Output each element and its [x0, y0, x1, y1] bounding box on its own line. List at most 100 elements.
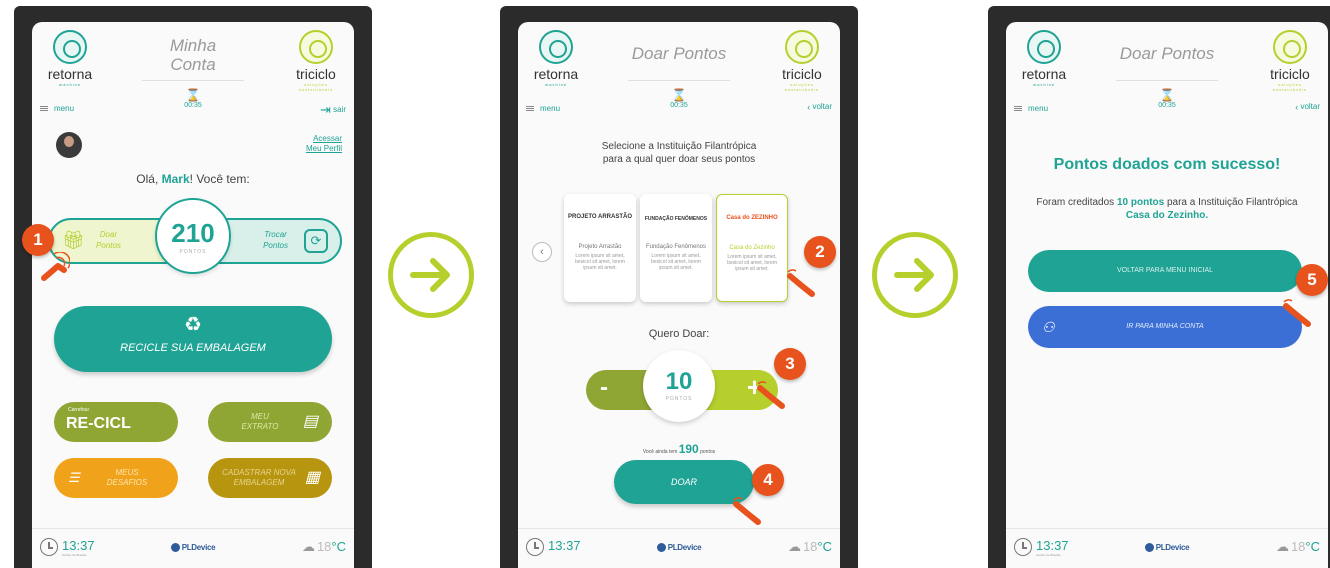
carousel-prev-button[interactable]: ‹	[532, 242, 552, 262]
footer: 13:37 PLDevice ☁ 18°C	[518, 528, 840, 568]
session-timer: ⌛ 00:35	[659, 88, 699, 109]
trade-points-button[interactable]: Trocar Pontos	[263, 229, 288, 251]
donate-amount: 10 PONTOS	[643, 350, 715, 422]
retorna-logo-icon	[53, 30, 87, 64]
chevron-left-icon: ‹	[1295, 102, 1299, 112]
flow-arrow-icon	[872, 232, 958, 318]
screen-donation-success: retorna machine Doar Pontos triciclo sol…	[1006, 22, 1328, 568]
cloud-icon: ☁	[301, 539, 315, 554]
tap-hand-icon	[756, 380, 786, 410]
register-package-button[interactable]: CADASTRAR NOVA EMBALAGEM ▦	[208, 458, 332, 498]
cloud-icon: ☁	[1275, 539, 1289, 554]
retorna-logo-icon	[539, 30, 573, 64]
triciclo-logo-icon	[1273, 30, 1307, 64]
triciclo-logo-icon	[299, 30, 333, 64]
step-marker-5: 5	[1296, 264, 1328, 296]
page-title: Doar Pontos	[631, 44, 727, 63]
institution-logo: Casa do ZEZINHO	[726, 215, 778, 221]
avatar	[56, 132, 82, 158]
flow-stage: retorna machine Minha Conta triciclo sol…	[0, 0, 1330, 568]
back-button[interactable]: ‹ voltar	[1295, 102, 1320, 112]
flow-arrow-icon	[388, 232, 474, 318]
institution-logo: FUNDAÇÃO FENÔMENOS	[644, 216, 708, 222]
session-timer: ⌛ 00:35	[1147, 88, 1187, 109]
exchange-icon[interactable]: ⟳	[304, 229, 328, 253]
step-marker-3: 3	[774, 348, 806, 380]
pldevice-logo-icon	[170, 543, 180, 553]
tap-hand-icon	[1282, 298, 1312, 328]
points-balance: 210 PONTOS	[155, 198, 231, 274]
weather: ☁ 18°C	[301, 539, 346, 554]
hamburger-icon	[1014, 108, 1022, 110]
clock-icon	[40, 538, 58, 556]
pldevice-logo: PLDevice	[159, 543, 227, 553]
triciclo-logo: triciclo soluções sustentáveis	[772, 30, 832, 92]
pldevice-logo: PLDevice	[1133, 543, 1201, 553]
menu-button[interactable]: menu	[40, 104, 74, 113]
gift-icon: 🎁︎	[62, 230, 85, 250]
screen-minha-conta: retorna machine Minha Conta triciclo sol…	[32, 22, 354, 568]
instruction-text: Selecione a Instituição Filantrópica par…	[601, 141, 757, 165]
triciclo-logo: triciclo soluções sustentáveis	[286, 30, 346, 92]
back-button[interactable]: ‹ voltar	[807, 102, 832, 112]
remaining-points-text: Você ainda tem 190 pontos	[642, 442, 716, 456]
pldevice-logo: PLDevice	[645, 543, 713, 553]
hourglass-icon: ⌛	[1159, 88, 1175, 102]
donate-points-button[interactable]: Doar Pontos	[96, 229, 121, 251]
exit-icon: ⇥	[319, 102, 331, 117]
document-icon: ▤	[302, 413, 318, 430]
footer: 13:37 horário de Brasília PLDevice ☁ 18°C	[32, 528, 354, 568]
menu-button[interactable]: menu	[526, 104, 560, 113]
title-divider	[142, 80, 244, 81]
user-icon: ⚇	[1042, 319, 1055, 335]
profile-link[interactable]: Acessar Meu Perfil	[306, 134, 342, 154]
clock-icon	[1014, 538, 1032, 556]
weather: ☁ 18°C	[787, 539, 832, 554]
hamburger-icon	[40, 108, 48, 110]
header: retorna machine Doar Pontos triciclo sol…	[1006, 22, 1328, 122]
statement-button[interactable]: MEU EXTRATO ▤	[208, 402, 332, 442]
clock-icon	[526, 538, 544, 556]
recycle-icon: ♻	[184, 314, 202, 336]
institution-card-selected[interactable]: Casa do ZEZINHO Casa do Zezinho Lorem ip…	[716, 194, 788, 302]
hamburger-icon	[526, 108, 534, 110]
pldevice-logo-icon	[656, 543, 666, 553]
menu-button[interactable]: menu	[1014, 104, 1048, 113]
recycle-package-button[interactable]: ♻ RECICLE SUA EMBALAGEM	[54, 306, 332, 372]
barcode-icon: ▦	[304, 469, 320, 486]
back-to-menu-button[interactable]: VOLTAR PARA MENU INICIAL	[1028, 250, 1302, 292]
institution-card[interactable]: PROJETO ARRASTÃO Projeto Arrastão Lorem …	[564, 194, 636, 302]
session-timer: ⌛ 00:35	[173, 88, 213, 109]
institution-card[interactable]: FUNDAÇÃO FENÔMENOS Fundação Fenômenos Lo…	[640, 194, 712, 302]
decrement-button[interactable]: -	[600, 374, 608, 402]
retorna-logo: retorna machine	[40, 30, 100, 87]
retorna-logo: retorna machine	[526, 30, 586, 87]
hourglass-icon: ⌛	[671, 88, 687, 102]
hourglass-icon: ⌛	[185, 88, 201, 102]
chevron-left-icon: ‹	[540, 246, 544, 258]
cloud-icon: ☁	[787, 539, 801, 554]
kiosk-device-1: retorna machine Minha Conta triciclo sol…	[14, 6, 372, 568]
kiosk-device-3: retorna machine Doar Pontos triciclo sol…	[988, 6, 1330, 568]
pldevice-logo-icon	[1144, 543, 1154, 553]
tap-hand-icon	[786, 268, 816, 298]
reciclo-button[interactable]: Carrefour RE-CICL	[54, 402, 178, 442]
tap-hand-icon	[732, 496, 762, 526]
institution-logo: PROJETO ARRASTÃO	[567, 214, 632, 220]
tap-hand-icon	[40, 251, 71, 282]
retorna-logo: retorna machine	[1014, 30, 1074, 87]
go-to-account-button[interactable]: ⚇ IR PARA MINHA CONTA	[1028, 306, 1302, 348]
weather: ☁ 18°C	[1275, 539, 1320, 554]
footer: 13:37 horário de Brasília PLDevice ☁ 18°C	[1006, 528, 1328, 568]
donate-amount-label: Quero Doar:	[648, 328, 710, 340]
exit-button[interactable]: ⇥ sair	[320, 102, 346, 118]
page-title: Minha Conta	[169, 36, 217, 74]
header: retorna machine Minha Conta triciclo sol…	[32, 22, 354, 122]
retorna-logo-icon	[1027, 30, 1061, 64]
title-divider	[628, 80, 730, 81]
success-message: Foram creditados 10 pontos para a Instit…	[1036, 197, 1298, 221]
triciclo-logo-icon	[785, 30, 819, 64]
page-title: Doar Pontos	[1119, 44, 1215, 63]
header: retorna machine Doar Pontos triciclo sol…	[518, 22, 840, 122]
challenges-button[interactable]: ☰ MEUS DESAFIOS	[54, 458, 178, 498]
